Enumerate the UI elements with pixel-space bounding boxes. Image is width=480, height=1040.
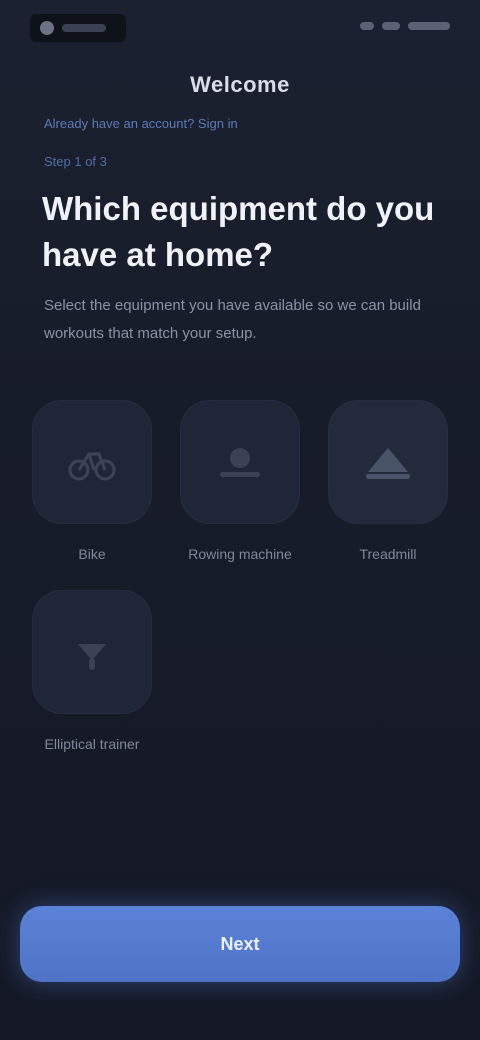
onboarding-screen: Welcome Already have an account? Sign in… <box>0 0 480 1040</box>
option-label: Treadmill <box>359 546 417 562</box>
equipment-options: Bike Rowing machine Treadmill Elliptical… <box>18 400 462 752</box>
rowing-icon <box>220 448 260 477</box>
battery-icon <box>408 22 450 30</box>
option-rowing-machine[interactable]: Rowing machine <box>166 400 314 562</box>
option-tile[interactable] <box>32 590 152 714</box>
wifi-icon <box>382 22 400 30</box>
option-treadmill[interactable]: Treadmill <box>314 400 462 562</box>
headline: Which equipment do you have at home? <box>42 190 435 273</box>
logo-mark-icon <box>40 21 54 35</box>
treadmill-icon <box>366 448 410 479</box>
option-elliptical-trainer[interactable]: Elliptical trainer <box>18 590 166 752</box>
option-tile[interactable] <box>328 400 448 524</box>
status-bar <box>0 0 480 56</box>
description: Select the equipment you have available … <box>44 297 421 342</box>
option-bike[interactable]: Bike <box>18 400 166 562</box>
elliptical-icon <box>78 644 106 670</box>
option-label: Rowing machine <box>188 546 292 562</box>
logo-wordmark <box>62 24 106 32</box>
page-title: Welcome <box>190 72 290 97</box>
next-button[interactable]: Next <box>20 906 460 982</box>
signal-icon <box>360 22 374 30</box>
option-label: Bike <box>78 546 106 562</box>
option-tile[interactable] <box>32 400 152 524</box>
option-label: Elliptical trainer <box>44 736 140 752</box>
sign-in-link[interactable]: Already have an account? Sign in <box>44 116 238 131</box>
option-tile[interactable] <box>180 400 300 524</box>
app-logo <box>30 14 126 42</box>
bike-icon <box>68 452 116 481</box>
step-indicator: Step 1 of 3 <box>44 154 107 169</box>
status-indicators <box>360 22 450 30</box>
